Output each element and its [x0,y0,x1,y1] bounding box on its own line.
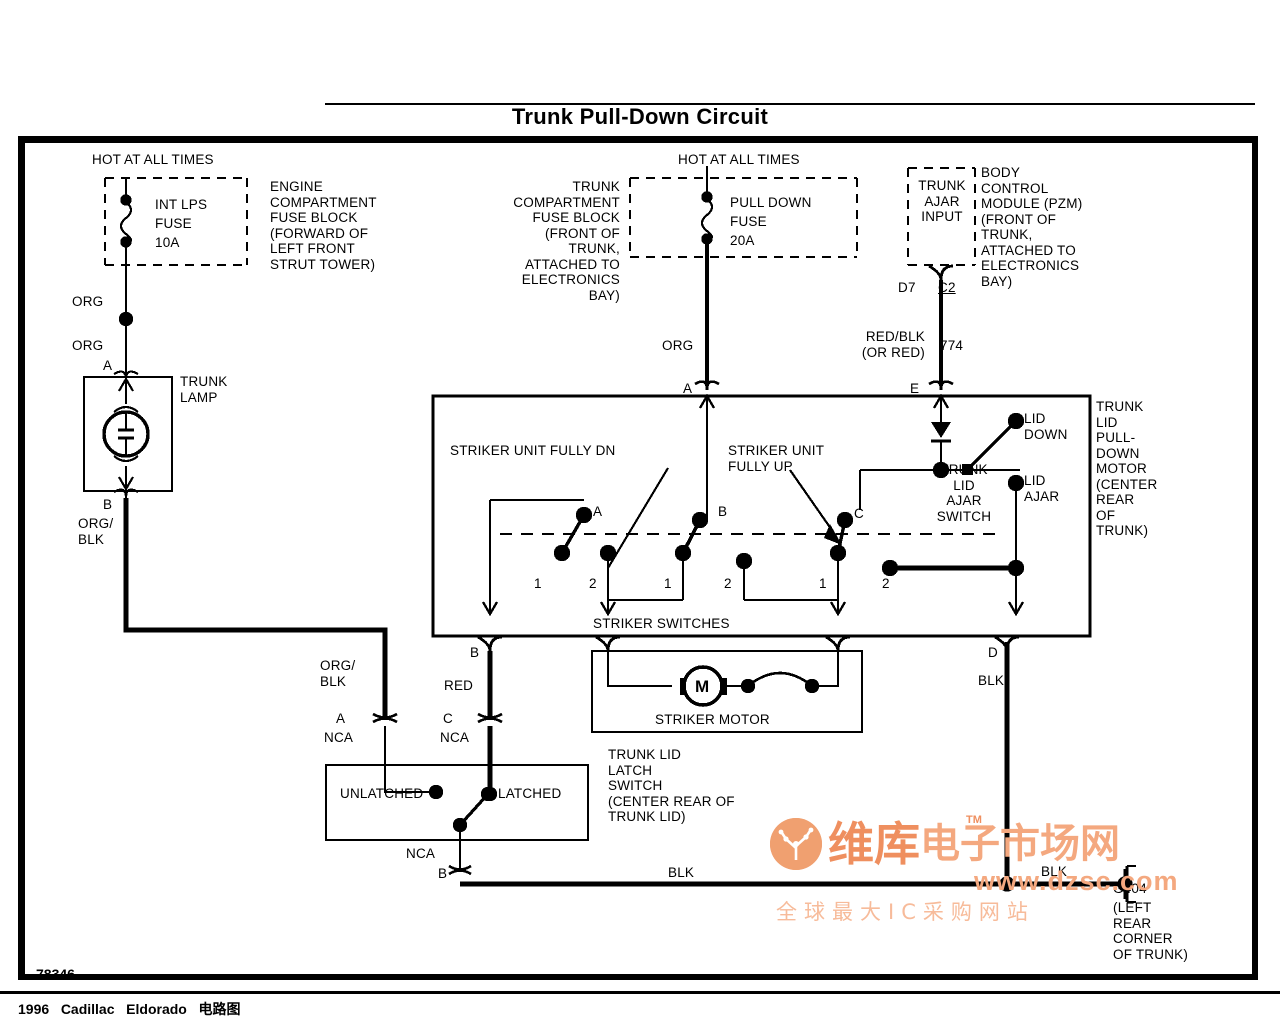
trunk-lamp-pin-a: A [103,358,113,373]
striker-unit-fully-dn-label: STRIKER UNIT FULLY DN [450,443,616,458]
bcm-connector: C2 [938,280,956,295]
wire-blk-bottom: BLK [668,865,695,880]
motor-terminal-d: D [988,645,998,660]
lid-down-label: LID DOWN [1024,411,1068,442]
latch-nca-b: NCA [406,846,436,861]
latch-pin-b: B [438,866,448,881]
trunk-lamp-label: TRUNK LAMP [180,374,228,405]
pull-down-fuse-word: FUSE [730,214,767,229]
lid-ajar-label: LID AJAR [1024,473,1060,504]
ground-name: G404 [1113,881,1147,896]
footer-caption: 1996 Cadillac Eldorado 电路图 [18,1001,241,1017]
trunk-ajar-input-label: TRUNK AJAR INPUT [918,178,966,224]
trunk-lamp-pin-b: B [103,497,113,512]
trunk-lid-ajar-switch-label: TRUNK LID AJAR SWITCH [936,462,992,524]
latch-pin-a: A [336,711,346,726]
wire-blk-ground: BLK [1041,864,1068,879]
switch-pos-1b: 1 [664,576,672,591]
center-hot-label: HOT AT ALL TIMES [678,152,800,167]
wiring-diagram-page: Trunk Pull-Down Circuit HOT AT ALL TIMES… [0,0,1280,1024]
latch-pin-c: C [443,711,453,726]
motor-terminal-b: B [470,645,480,660]
wire-orgblk-lamp: ORG/ BLK [78,516,114,547]
contact-letter-a: A [593,504,603,519]
motor-pin-a-top: A [683,381,693,396]
switch-pos-2a: 2 [589,576,597,591]
int-lps-fuse-name: INT LPS [155,197,208,212]
ground-location: (LEFT REAR CORNER OF TRUNK) [1113,900,1189,962]
wire-redblk: RED/BLK (OR RED) [861,329,925,360]
pull-down-fuse-name: PULL DOWN [730,195,812,210]
striker-unit-fully-up-label: STRIKER UNIT FULLY UP [728,443,825,474]
bcm-label: BODY CONTROL MODULE (PZM) (FRONT OF TRUN… [981,165,1083,289]
latch-nca-a: NCA [324,730,354,745]
switch-pos-1c: 1 [819,576,827,591]
striker-switches-label: STRIKER SWITCHES [593,616,730,631]
switch-pos-2b: 2 [724,576,732,591]
bcm-terminal: D7 [898,280,916,295]
pull-down-fuse-rating: 20A [730,233,755,248]
motor-pin-e: E [910,381,920,396]
wire-org-mid: ORG [72,338,104,353]
engine-fuse-block-label: ENGINE COMPARTMENT FUSE BLOCK (FORWARD O… [270,179,377,272]
latch-nca-c: NCA [440,730,470,745]
wire-red: RED [444,678,474,693]
striker-motor-label: STRIKER MOTOR [655,712,770,727]
wire-org-top: ORG [72,294,104,309]
wire-orgblk-latch: ORG/ BLK [320,658,356,689]
motor-symbol-m: M [695,677,710,696]
contact-letter-c: C [854,506,864,521]
left-hot-label: HOT AT ALL TIMES [92,152,214,167]
trunk-lid-latch-switch-label: TRUNK LID LATCH SWITCH (CENTER REAR OF T… [608,747,735,824]
trunk-fuse-block-label: TRUNK COMPARTMENT FUSE BLOCK (FRONT OF T… [513,179,620,303]
latched-label: LATCHED [498,786,562,801]
switch-pos-1a: 1 [534,576,542,591]
int-lps-fuse-word: FUSE [155,216,192,231]
footer-rule [0,991,1280,994]
wire-org-center: ORG [662,338,694,353]
int-lps-fuse-rating: 10A [155,235,180,250]
switch-pos-2c: 2 [882,576,890,591]
contact-letter-b: B [718,504,728,519]
circuit-number-774: 774 [940,338,964,353]
wire-blk-right: BLK [978,673,1005,688]
pull-down-motor-label: TRUNK LID PULL- DOWN MOTOR (CENTER REAR … [1096,399,1158,538]
diagram-part-number: 78346 [36,966,75,982]
unlatched-label: UNLATCHED [340,786,424,801]
